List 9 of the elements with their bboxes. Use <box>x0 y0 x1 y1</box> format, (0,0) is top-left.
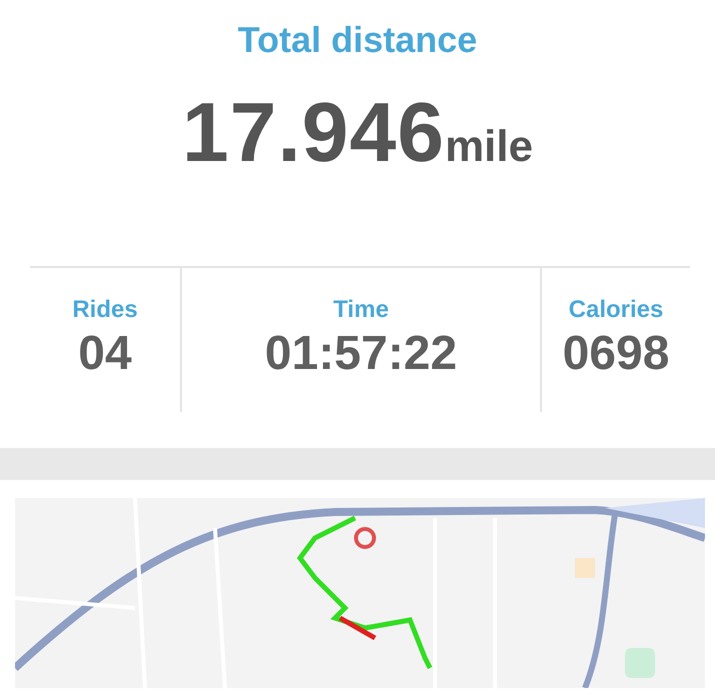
stat-label: Calories <box>568 294 664 325</box>
total-distance-label: Total distance <box>238 22 478 58</box>
total-distance-value: 17.946 <box>182 90 445 174</box>
stat-label: Time <box>333 294 389 325</box>
stat-value: 01:57:22 <box>264 328 458 380</box>
stat-value: 0698 <box>562 328 670 380</box>
distance-unit: mile <box>444 121 533 173</box>
stat-label: Rides <box>72 294 138 325</box>
stat-value: 04 <box>78 328 132 380</box>
